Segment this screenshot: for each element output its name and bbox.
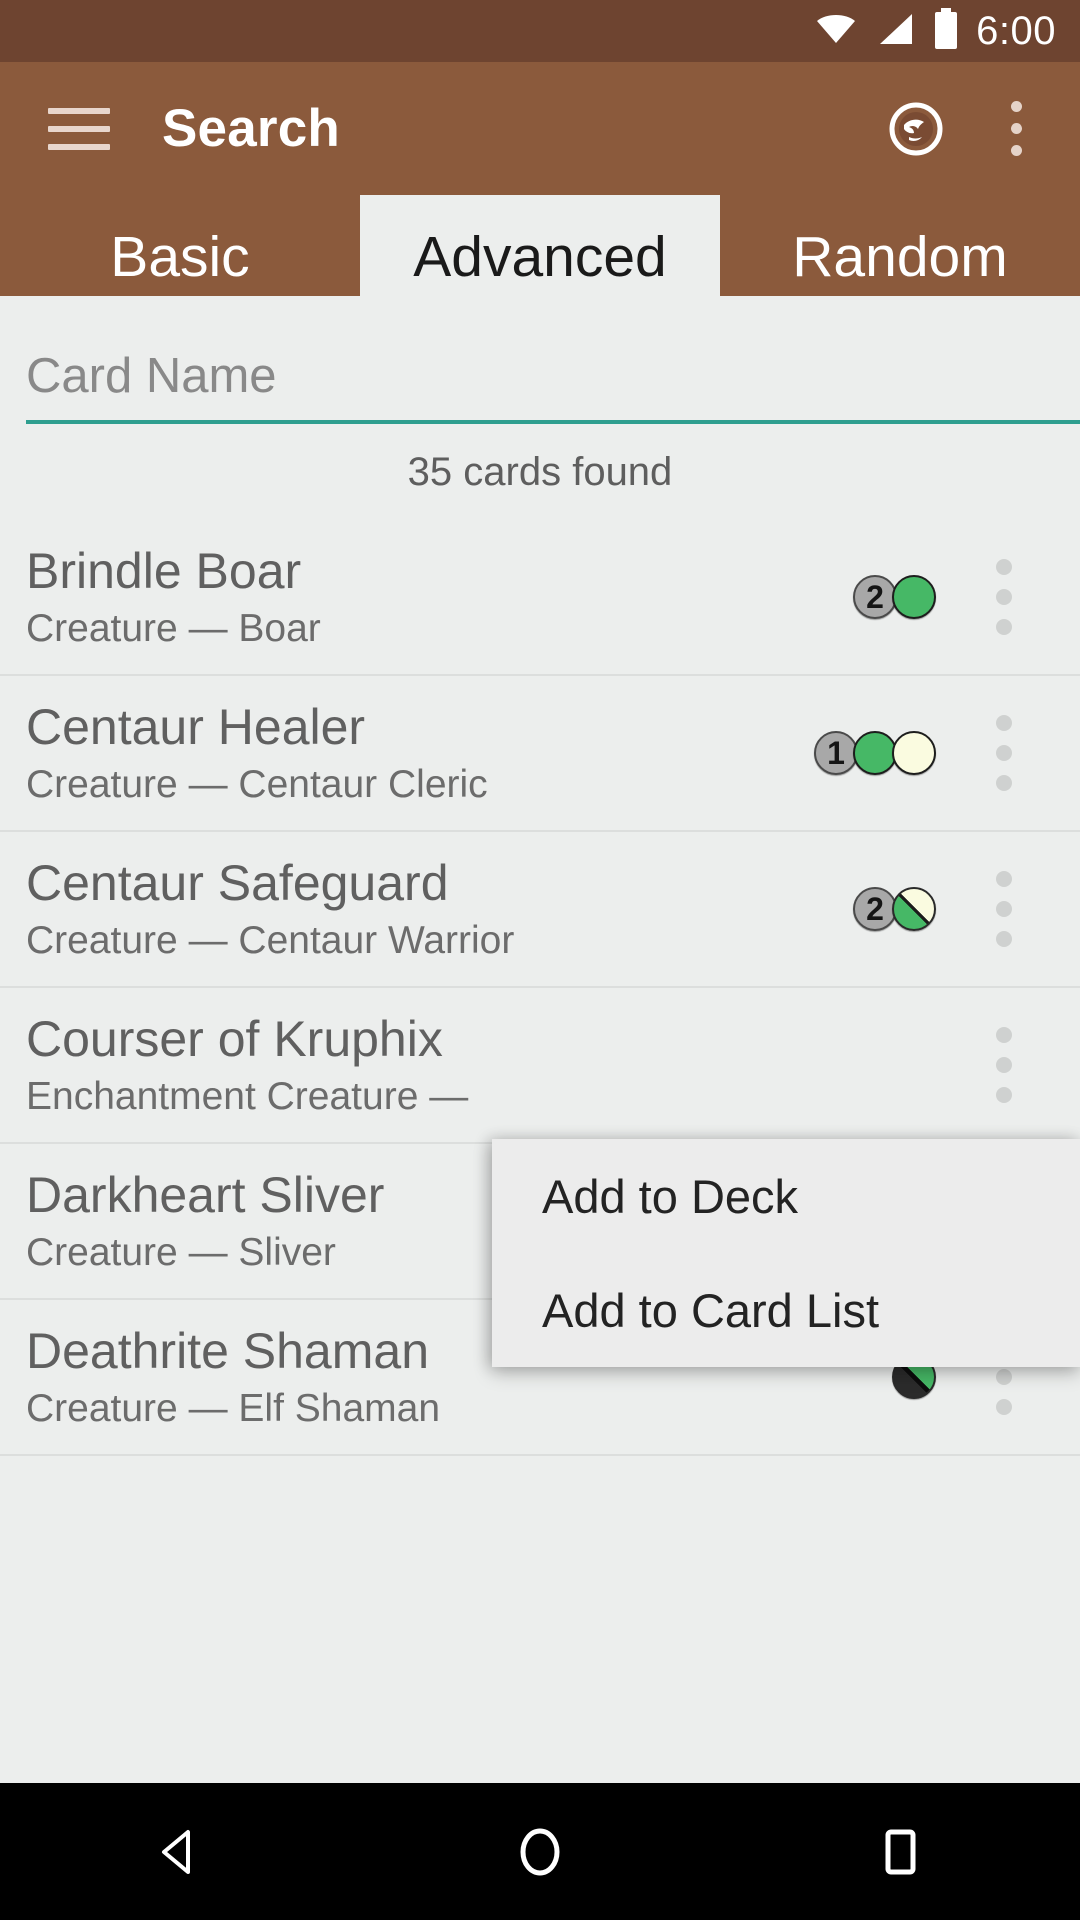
mana-cost-group: 2 [853,575,936,619]
mana-symbol-white [892,731,936,775]
card-name: Brindle Boar [26,542,302,599]
card-type-line: Creature — Boar [26,606,321,650]
overflow-dot [996,775,1012,791]
card-name: Centaur Safeguard [26,854,449,911]
tab-label: Basic [110,225,250,289]
results-count: 35 cards found [407,450,673,494]
hamburger-menu-icon[interactable] [48,99,122,159]
mana-symbol-icon[interactable] [888,101,944,157]
mana-symbol-generic: 2 [853,575,897,619]
card-type-line: Creature — Centaur Warrior [26,918,515,962]
table-row[interactable]: Courser of Kruphix Enchantment Creature … [0,988,1080,1144]
menu-item-add-to-deck[interactable]: Add to Deck [492,1139,1080,1253]
card-name: Courser of Kruphix [26,1010,443,1067]
card-text-block: Centaur Safeguard Creature — Centaur War… [26,856,858,963]
recents-square-icon[interactable] [825,1783,975,1920]
overflow-dot [1010,145,1022,156]
table-row[interactable]: Brindle Boar Creature — Boar 2 [0,520,1080,676]
table-row[interactable]: Centaur Safeguard Creature — Centaur War… [0,832,1080,988]
overflow-dot [996,1399,1012,1415]
mana-symbol-green [892,575,936,619]
context-menu-popup: Add to Deck Add to Card List [492,1139,1080,1367]
mana-cost-group: 1 [814,731,936,775]
hamburger-line [48,125,110,132]
mana-symbol-green [853,731,897,775]
hamburger-line [48,143,110,150]
card-name: Centaur Healer [26,698,366,755]
card-text-block: Centaur Healer Creature — Centaur Cleric [26,700,819,807]
overflow-dot [996,745,1012,761]
status-bar-clock: 6:00 [976,8,1056,53]
overflow-dot [996,1369,1012,1385]
mana-symbol-generic: 1 [814,731,858,775]
overflow-dot [996,559,1012,575]
mana-cost-group: 2 [853,887,936,931]
android-navigation-bar [0,1783,1080,1920]
tab-advanced[interactable]: Advanced [360,195,720,296]
status-bar: 6:00 [0,0,1080,62]
mana-symbol-generic: 2 [853,887,897,931]
status-bar-icons [814,7,960,55]
row-overflow-menu-icon[interactable] [968,849,1040,969]
tab-random[interactable]: Random [720,195,1080,296]
tab-basic[interactable]: Basic [0,195,360,296]
overflow-dot [996,901,1012,917]
tab-label: Advanced [413,225,667,289]
overflow-menu-icon[interactable] [988,84,1044,174]
overflow-dot [996,1087,1012,1103]
hamburger-line [48,107,110,114]
tab-bar: Basic Advanced Random [0,195,1080,296]
row-overflow-menu-icon[interactable] [968,1005,1040,1125]
card-name-input[interactable] [26,348,1080,424]
overflow-dot [996,1057,1012,1073]
app-toolbar: Search [0,62,1080,195]
overflow-dot [996,1027,1012,1043]
row-overflow-menu-icon[interactable] [968,693,1040,813]
overflow-dot [996,589,1012,605]
card-type-line: Creature — Centaur Cleric [26,762,488,806]
overflow-dot [996,715,1012,731]
menu-item-add-to-card-list[interactable]: Add to Card List [492,1253,1080,1367]
app-root: 6:00 Search Basic Advanced Random Card N… [0,0,1080,1920]
wifi-icon [814,11,858,52]
card-name-field-wrapper [26,348,1080,424]
overflow-dot [1010,101,1022,112]
card-text-block: Courser of Kruphix Enchantment Creature … [26,1012,936,1119]
row-overflow-menu-icon[interactable] [968,537,1040,657]
tab-label: Random [792,225,1008,289]
card-type-line: Enchantment Creature — [26,1074,469,1118]
card-type-line: Creature — Elf Shaman [26,1386,441,1430]
mana-symbol-hybrid-green-white [892,887,936,931]
back-triangle-icon[interactable] [105,1783,255,1920]
overflow-dot [996,931,1012,947]
cellular-signal-icon [874,12,916,51]
page-title: Search [162,99,340,158]
card-text-block: Brindle Boar Creature — Boar [26,544,858,651]
search-row [0,296,1080,476]
home-circle-icon[interactable] [465,1783,615,1920]
table-row[interactable]: Centaur Healer Creature — Centaur Cleric… [0,676,1080,832]
overflow-dot [996,619,1012,635]
battery-icon [932,7,960,55]
overflow-dot [1010,123,1022,134]
overflow-dot [996,871,1012,887]
